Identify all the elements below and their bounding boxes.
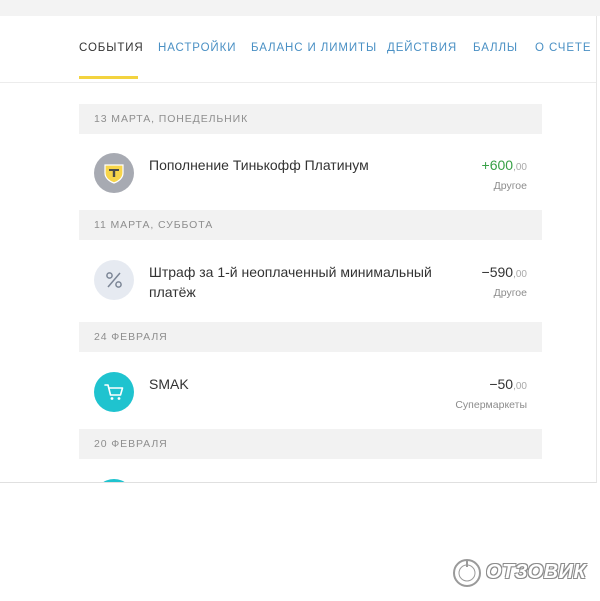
amount-value: +600 xyxy=(481,157,514,173)
date-header: 20 ФЕВРАЛЯ xyxy=(79,429,542,459)
operation-amount: −50,00 xyxy=(489,376,527,392)
active-tab-indicator xyxy=(79,76,138,79)
date-header-label: 11 МАРТА, СУББОТА xyxy=(94,219,214,231)
amount-cents: ,00 xyxy=(513,162,527,173)
date-header-label: 20 ФЕВРАЛЯ xyxy=(94,438,168,450)
operation-row[interactable]: Пополнение Тинькофф Платинум +600,00 Дру… xyxy=(79,134,542,210)
tab-about-account[interactable]: О СЧЕТЕ xyxy=(535,42,591,54)
browser-top-bar xyxy=(0,0,600,16)
percent-icon xyxy=(94,260,134,300)
tab-events[interactable]: СОБЫТИЯ xyxy=(79,42,144,54)
amount-value: −590 xyxy=(481,264,514,280)
tab-points[interactable]: БАЛЛЫ xyxy=(473,42,518,54)
tab-settings[interactable]: НАСТРОЙКИ xyxy=(158,42,236,54)
shopping-cart-icon xyxy=(94,372,134,412)
date-header: 13 МАРТА, ПОНЕДЕЛЬНИК xyxy=(79,104,542,134)
otzovik-watermark: ОТЗОВИК xyxy=(452,555,592,591)
operation-category: Супермаркеты xyxy=(455,399,527,411)
date-header-label: 24 ФЕВРАЛЯ xyxy=(94,331,168,343)
operation-amount: −590,00 xyxy=(482,264,527,280)
operation-row[interactable]: Штраф за 1-й неоплаченный минимальный пл… xyxy=(79,240,542,322)
operation-title: SMAK xyxy=(149,376,189,392)
amount-cents: ,00 xyxy=(513,269,527,280)
operation-amount: +600,00 xyxy=(482,157,527,173)
watermark-logo-icon xyxy=(453,559,481,587)
operation-category: Другое xyxy=(493,287,527,299)
shopping-cart-icon xyxy=(94,479,134,482)
date-header-label: 13 МАРТА, ПОНЕДЕЛЬНИК xyxy=(94,113,249,125)
operation-title: Пополнение Тинькофф Платинум xyxy=(149,157,369,173)
watermark-text: ОТЗОВИК xyxy=(486,561,587,583)
tab-actions[interactable]: ДЕЙСТВИЯ xyxy=(387,42,457,54)
page: СОБЫТИЯ НАСТРОЙКИ БАЛАНС И ЛИМИТЫ ДЕЙСТВ… xyxy=(0,0,600,601)
date-header: 24 ФЕВРАЛЯ xyxy=(79,322,542,352)
amount-cents: ,00 xyxy=(513,381,527,392)
date-header: 11 МАРТА, СУББОТА xyxy=(79,210,542,240)
account-card: СОБЫТИЯ НАСТРОЙКИ БАЛАНС И ЛИМИТЫ ДЕЙСТВ… xyxy=(0,16,597,483)
operation-row[interactable]: SMAK −50,00 Супермаркеты xyxy=(79,352,542,429)
amount-value: −50 xyxy=(489,376,514,392)
operation-category: Другое xyxy=(493,180,527,192)
tab-balance-limits[interactable]: БАЛАНС И ЛИМИТЫ xyxy=(251,42,377,54)
operation-title: Штраф за 1-й неоплаченный минимальный пл… xyxy=(149,264,432,300)
operation-row[interactable] xyxy=(79,459,542,482)
tinkoff-logo-icon xyxy=(94,153,134,193)
account-tabs: СОБЫТИЯ НАСТРОЙКИ БАЛАНС И ЛИМИТЫ ДЕЙСТВ… xyxy=(0,16,596,83)
